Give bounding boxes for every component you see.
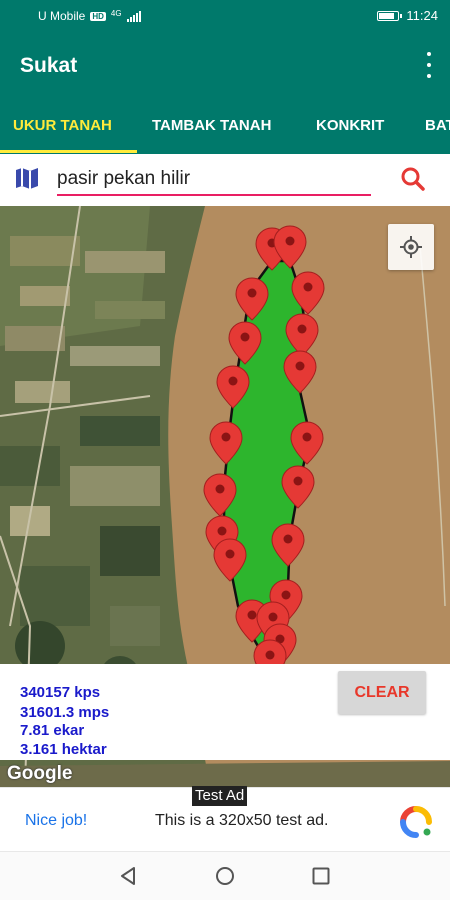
measure-ekar: 7.81 ekar: [20, 722, 85, 739]
google-attribution: Google: [7, 763, 73, 784]
test-ad-tag: Test Ad: [192, 786, 248, 806]
ad-cta[interactable]: Nice job!: [25, 812, 87, 830]
search-icon[interactable]: [400, 166, 426, 197]
app-bar: Sukat: [0, 32, 450, 100]
carrier-name: U Mobile: [38, 9, 86, 23]
hd-badge: HD: [90, 11, 106, 21]
app-title: Sukat: [20, 54, 78, 77]
tab-bar: UKUR TANAH TAMBAK TANAH KONKRIT BAT: [0, 100, 450, 154]
search-input[interactable]: [57, 164, 357, 194]
measure-hektar: 3.161 hektar: [20, 741, 107, 758]
clock: 11:24: [406, 8, 438, 23]
navigation-bar: [0, 851, 450, 900]
tab-tambak-tanah[interactable]: TAMBAK TANAH: [152, 100, 271, 154]
tab-bat[interactable]: BAT: [425, 100, 450, 154]
measure-kps: 340157 kps: [20, 684, 101, 701]
tab-konkrit[interactable]: KONKRIT: [316, 100, 384, 154]
battery-icon: [377, 10, 403, 21]
recents-square-icon[interactable]: [311, 866, 331, 891]
search-field: [57, 164, 371, 196]
network-type: 4G: [110, 8, 122, 18]
status-right: 11:24: [377, 8, 438, 23]
signal-icon: [126, 10, 141, 22]
carrier-info: U Mobile HD 4G: [38, 9, 141, 23]
home-circle-icon[interactable]: [215, 866, 235, 891]
overflow-menu-icon[interactable]: [422, 52, 436, 78]
ad-banner[interactable]: Test Ad Nice job! This is a 320x50 test …: [0, 786, 450, 851]
admob-logo-icon: [398, 804, 434, 845]
measure-mps: 31601.3 mps: [20, 704, 110, 721]
search-bar: [0, 154, 450, 206]
tab-ukur-tanah[interactable]: UKUR TANAH: [13, 100, 112, 154]
status-bar: U Mobile HD 4G 11:24: [0, 0, 450, 32]
tab-indicator: [0, 150, 137, 153]
my-location-icon: [400, 236, 422, 258]
clear-button[interactable]: CLEAR: [338, 671, 426, 714]
ad-text: This is a 320x50 test ad.: [155, 812, 329, 829]
map-icon[interactable]: [14, 166, 40, 195]
back-triangle-icon[interactable]: [118, 866, 138, 891]
my-location-button[interactable]: [388, 224, 434, 270]
